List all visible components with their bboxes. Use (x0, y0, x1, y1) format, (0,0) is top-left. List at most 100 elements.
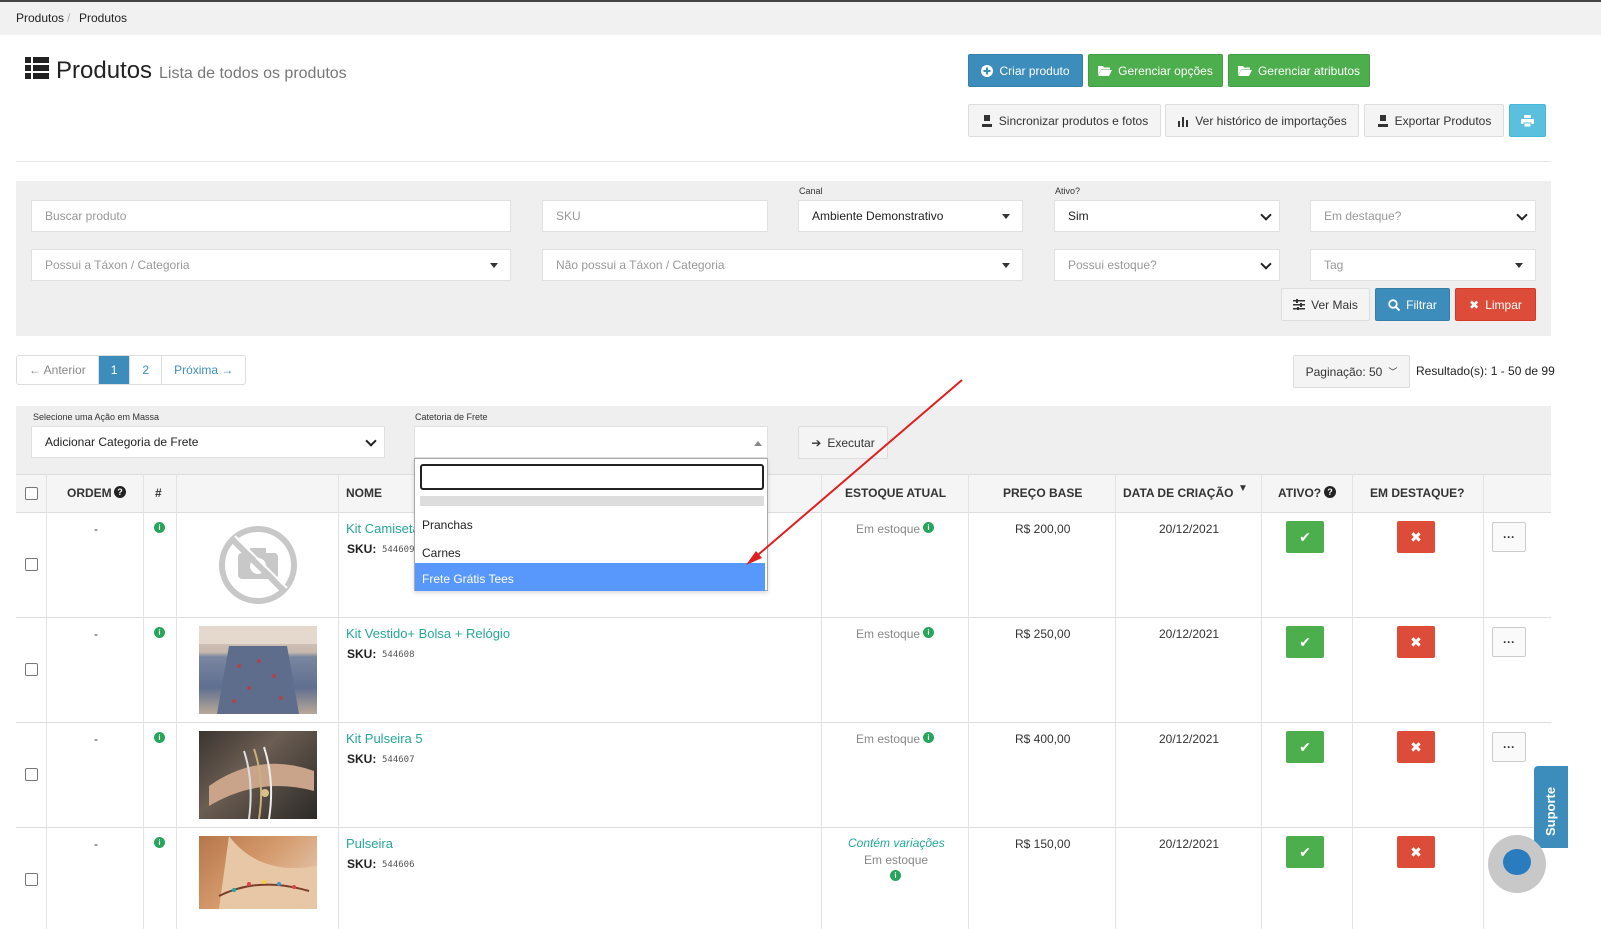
caret-down-icon (1515, 263, 1523, 268)
dropdown-option-frete-gratis[interactable]: Frete Grátis Tees (415, 563, 765, 591)
info-icon[interactable]: i (923, 732, 934, 743)
filter-label: Filtrar (1406, 297, 1437, 312)
product-name-link[interactable]: Kit Vestido+ Bolsa + Relógio (346, 626, 510, 641)
per-page-select[interactable]: Paginação: 50 ﹀ (1293, 355, 1410, 388)
product-name-link[interactable]: Kit Pulseira 5 (346, 731, 423, 746)
active-toggle-button[interactable]: ✔ (1286, 731, 1324, 763)
close-icon: ✖ (1469, 297, 1480, 312)
base-price: R$ 150,00 (1015, 837, 1071, 851)
sync-products-label: Sincronizar produtos e fotos (998, 113, 1149, 128)
product-thumbnail[interactable] (199, 626, 317, 714)
filter-button[interactable]: Filtrar (1375, 288, 1450, 321)
more-actions-button[interactable]: ··· (1492, 522, 1526, 552)
possui-taxon-select[interactable]: Possui a Táxon / Categoria (31, 249, 511, 281)
page-link-1[interactable]: 1 (98, 356, 131, 384)
column-data[interactable]: DATA DE CRIAÇÃO (1123, 486, 1233, 500)
product-thumbnail[interactable] (199, 521, 317, 609)
dropdown-search-input[interactable] (420, 464, 764, 490)
sliders-icon (1293, 299, 1306, 310)
more-actions-button[interactable]: ··· (1492, 627, 1526, 657)
nao-possui-taxon-select[interactable]: Não possui a Táxon / Categoria (542, 249, 1023, 281)
more-actions-button[interactable]: ··· (1492, 732, 1526, 762)
frete-category-select[interactable] (414, 426, 768, 458)
search-product-input[interactable]: Buscar produto (31, 200, 511, 232)
row-ordem: - (94, 522, 98, 536)
featured-toggle-button[interactable]: ✖ (1397, 521, 1435, 553)
tag-select[interactable]: Tag (1310, 249, 1536, 281)
sku-value: 544609 (382, 545, 415, 555)
page-link-2[interactable]: 2 (130, 356, 163, 384)
folder-open-icon (1098, 66, 1113, 76)
dropdown-option-pranchas[interactable]: Pranchas (415, 509, 767, 537)
info-icon[interactable]: i (923, 627, 934, 638)
page-title: Produtos (56, 57, 153, 84)
breadcrumb-current: Produtos (79, 11, 128, 25)
destaque-select[interactable]: Em destaque? (1310, 200, 1536, 232)
possui-estoque-placeholder: Possui estoque? (1068, 258, 1157, 272)
breadcrumb-link-produtos[interactable]: Produtos (16, 11, 64, 25)
row-checkbox[interactable] (25, 873, 38, 886)
manage-attributes-button[interactable]: Gerenciar atributos (1228, 54, 1370, 87)
upload-icon (981, 114, 992, 127)
export-products-button[interactable]: Exportar Produtos (1364, 104, 1504, 137)
row-checkbox[interactable] (25, 768, 38, 781)
variations-link[interactable]: Contém variações (848, 836, 945, 850)
check-icon: ✔ (1299, 843, 1311, 860)
created-date: 20/12/2021 (1159, 837, 1220, 851)
column-ordem[interactable]: ORDEM (67, 486, 112, 500)
select-all-checkbox[interactable] (25, 487, 38, 500)
chat-bubble-icon (1503, 849, 1531, 875)
sku-label: SKU: (347, 542, 377, 556)
possui-taxon-placeholder: Possui a Táxon / Categoria (45, 258, 190, 272)
dropdown-option-carnes[interactable]: Carnes (415, 537, 767, 565)
clear-button[interactable]: ✖ Limpar (1455, 288, 1536, 321)
sku-label: SKU: (347, 857, 377, 871)
dropdown-empty-option[interactable] (420, 496, 764, 506)
featured-toggle-button[interactable]: ✖ (1397, 626, 1435, 658)
plus-circle-icon (981, 64, 994, 77)
featured-toggle-button[interactable]: ✖ (1397, 836, 1435, 868)
product-name-link[interactable]: Kit Camiseta (346, 521, 420, 536)
next-page-link[interactable]: Próxima → (162, 356, 245, 384)
ativo-select[interactable]: Sim (1054, 200, 1280, 232)
manage-attributes-label: Gerenciar atributos (1257, 63, 1361, 78)
help-icon: ? (114, 486, 126, 498)
active-toggle-button[interactable]: ✔ (1286, 626, 1324, 658)
sku-input[interactable]: SKU (542, 200, 768, 232)
product-name-link[interactable]: Pulseira (346, 836, 393, 851)
bar-chart-icon (1178, 116, 1189, 127)
create-product-button[interactable]: Criar produto (968, 54, 1083, 87)
sku-value: 544607 (382, 755, 415, 765)
row-checkbox[interactable] (25, 663, 38, 676)
import-history-button[interactable]: Ver histórico de importações (1165, 104, 1359, 137)
canal-select[interactable]: Ambiente Demonstrativo (798, 200, 1023, 232)
active-toggle-button[interactable]: ✔ (1286, 836, 1324, 868)
info-icon[interactable]: i (154, 837, 165, 848)
prev-page-link[interactable]: ← Anterior (17, 356, 99, 384)
base-price: R$ 250,00 (1015, 627, 1071, 641)
product-thumbnail[interactable] (199, 836, 317, 909)
created-date: 20/12/2021 (1159, 627, 1220, 641)
stock-status: Em estoque (864, 853, 929, 867)
active-toggle-button[interactable]: ✔ (1286, 521, 1324, 553)
row-checkbox[interactable] (25, 558, 38, 571)
column-preco[interactable]: PREÇO BASE (1003, 486, 1082, 500)
product-thumbnail[interactable] (199, 731, 317, 819)
column-ativo[interactable]: ATIVO? (1278, 486, 1321, 500)
ver-mais-button[interactable]: Ver Mais (1281, 288, 1370, 321)
mass-action-select[interactable]: Adicionar Categoria de Frete (31, 426, 385, 458)
chat-button[interactable] (1488, 835, 1546, 893)
manage-options-button[interactable]: Gerenciar opções (1088, 54, 1223, 87)
info-icon[interactable]: i (154, 627, 165, 638)
sync-products-button[interactable]: Sincronizar produtos e fotos (968, 104, 1161, 137)
featured-toggle-button[interactable]: ✖ (1397, 731, 1435, 763)
ver-mais-label: Ver Mais (1311, 297, 1358, 312)
column-nome[interactable]: NOME (346, 486, 382, 500)
info-icon[interactable]: i (154, 522, 165, 533)
possui-estoque-select[interactable]: Possui estoque? (1054, 249, 1280, 281)
info-icon[interactable]: i (154, 732, 165, 743)
column-destaque[interactable]: EM DESTAQUE? (1370, 486, 1464, 500)
info-icon[interactable]: i (890, 870, 901, 881)
support-tab[interactable]: Suporte (1534, 766, 1568, 848)
print-button[interactable] (1509, 104, 1546, 137)
